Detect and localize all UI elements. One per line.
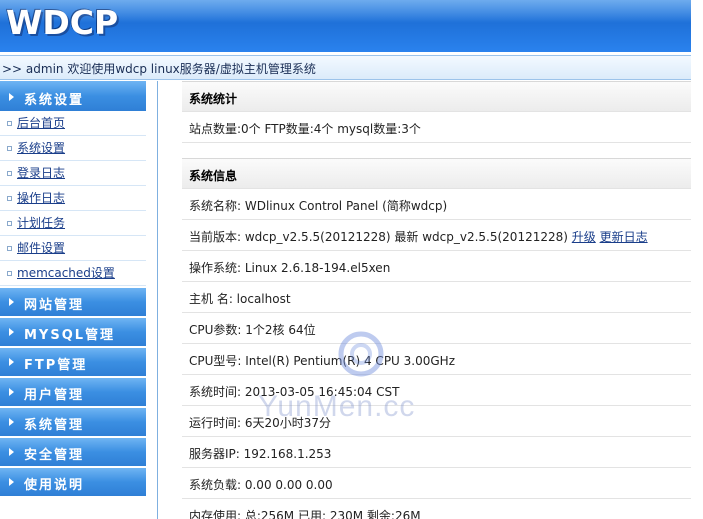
info-cpu-params: CPU参数: 1个2核 64位 xyxy=(182,313,691,344)
sidebar-group-label: 系统设置 xyxy=(24,93,85,108)
bullet-icon xyxy=(7,146,12,151)
bullet-icon xyxy=(7,196,12,201)
info-version: 当前版本: wdcp_v2.5.5(20121228) 最新 wdcp_v2.5… xyxy=(189,230,568,244)
info-cpu-model: CPU型号: Intel(R) Pentium(R) 4 CPU 3.00GHz xyxy=(182,344,691,375)
changelog-link[interactable]: 更新日志 xyxy=(600,230,648,244)
sidebar-item-scheduled-tasks[interactable]: 计划任务 xyxy=(0,211,146,236)
arrow-right-icon xyxy=(9,298,14,306)
info-system-name: 系统名称: WDlinux Control Panel (简称wdcp) xyxy=(182,189,691,220)
info-system-time: 系统时间: 2013-03-05 16:45:04 CST xyxy=(182,375,691,406)
bullet-icon xyxy=(7,221,12,226)
sidebar-group-ftp-management[interactable]: FTP管理 xyxy=(0,348,146,376)
info-uptime: 运行时间: 6天20小时37分 xyxy=(182,406,691,437)
sidebar-group-user-guide[interactable]: 使用说明 xyxy=(0,468,146,496)
sidebar-subitems: 后台首页 系统设置 登录日志 操作日志 计划任务 邮件设置 memcached设… xyxy=(0,111,146,286)
main-content: 系统统计 站点数量:0个 FTP数量:4个 mysql数量:3个 系统信息 系统… xyxy=(182,81,691,519)
arrow-right-icon xyxy=(9,418,14,426)
stats-section-title: 系统统计 xyxy=(182,81,691,112)
sidebar-group-system-settings[interactable]: 系统设置 xyxy=(0,81,146,111)
arrow-right-icon xyxy=(9,358,14,366)
sidebar-item-operation-log[interactable]: 操作日志 xyxy=(0,186,146,211)
sidebar-group-user-management[interactable]: 用户管理 xyxy=(0,378,146,406)
sidebar-item-memcached-settings[interactable]: memcached设置 xyxy=(0,261,146,286)
arrow-right-icon xyxy=(9,478,14,486)
upgrade-link[interactable]: 升级 xyxy=(572,230,596,244)
bullet-icon xyxy=(7,121,12,126)
right-edge xyxy=(691,0,703,519)
bullet-icon xyxy=(7,171,12,176)
wdcp-logo: WDCP xyxy=(6,3,119,42)
info-os: 操作系统: Linux 2.6.18-194.el5xen xyxy=(182,251,691,282)
info-system-load: 系统负载: 0.00 0.00 0.00 xyxy=(182,468,691,499)
info-hostname: 主机 名: localhost xyxy=(182,282,691,313)
arrow-right-icon xyxy=(9,328,14,336)
arrow-right-icon xyxy=(9,93,14,101)
app-header: WDCP xyxy=(0,0,691,52)
stats-line: 站点数量:0个 FTP数量:4个 mysql数量:3个 xyxy=(182,112,691,143)
sidebar-group-system-management[interactable]: 系统管理 xyxy=(0,408,146,436)
sidebar-group-site-management[interactable]: 网站管理 xyxy=(0,288,146,316)
sidebar-item-system-settings[interactable]: 系统设置 xyxy=(0,136,146,161)
bullet-icon xyxy=(7,246,12,251)
info-version-row: 当前版本: wdcp_v2.5.5(20121228) 最新 wdcp_v2.5… xyxy=(182,220,691,251)
sidebar-item-login-log[interactable]: 登录日志 xyxy=(0,161,146,186)
sidebar-item-mail-settings[interactable]: 邮件设置 xyxy=(0,236,146,261)
sidebar: 系统设置 后台首页 系统设置 登录日志 操作日志 计划任务 邮件设置 memca… xyxy=(0,81,158,519)
arrow-right-icon xyxy=(9,388,14,396)
sidebar-group-security-management[interactable]: 安全管理 xyxy=(0,438,146,466)
info-memory: 内存使用: 总:256M 已用: 230M 剩余:26M xyxy=(182,499,691,519)
arrow-right-icon xyxy=(9,448,14,456)
sidebar-item-dashboard[interactable]: 后台首页 xyxy=(0,111,146,136)
bullet-icon xyxy=(7,271,12,276)
info-server-ip: 服务器IP: 192.168.1.253 xyxy=(182,437,691,468)
info-section-title: 系统信息 xyxy=(182,158,691,189)
sidebar-group-mysql-management[interactable]: MYSQL管理 xyxy=(0,318,146,346)
welcome-bar: >> admin 欢迎使用wdcp linux服务器/虚拟主机管理系统 xyxy=(0,55,691,80)
